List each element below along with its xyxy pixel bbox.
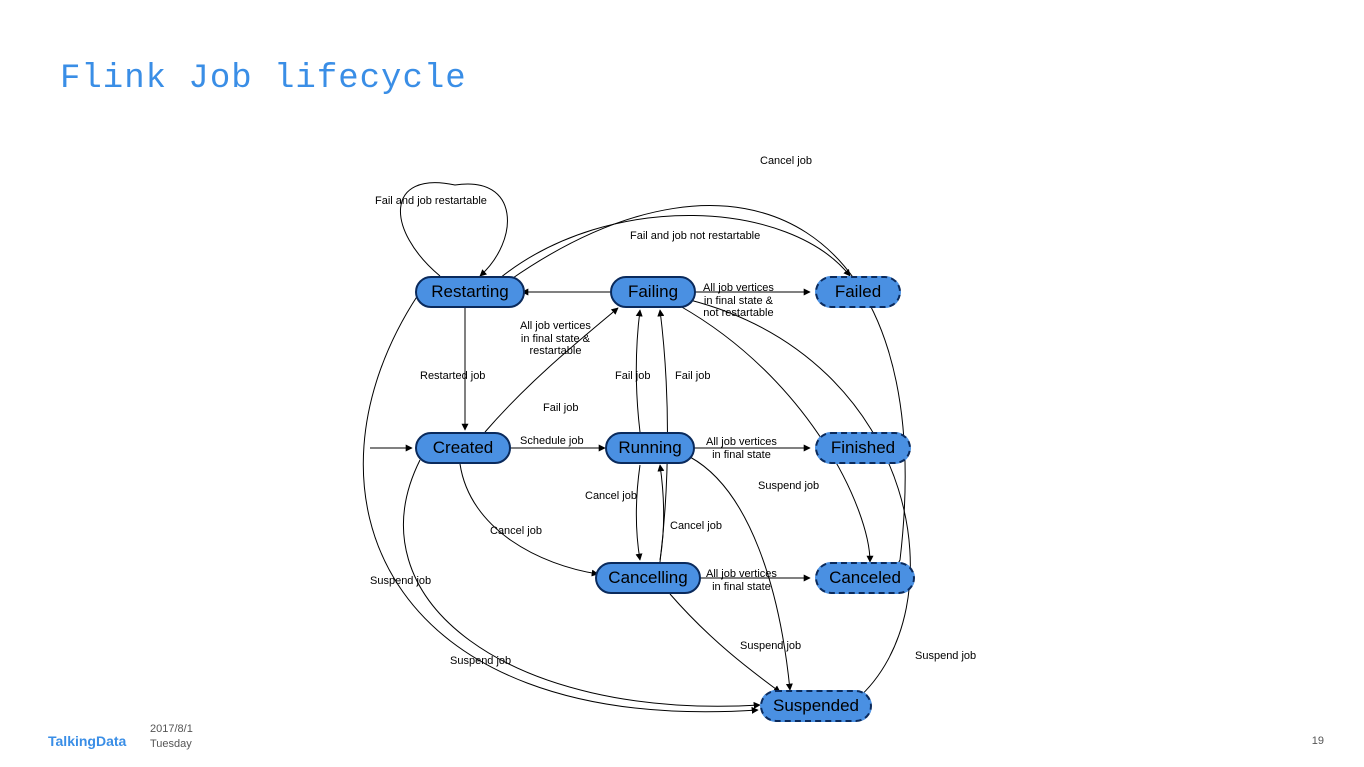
edge-label: All job vertices in final state	[706, 436, 777, 461]
state-running: Running	[605, 432, 695, 464]
state-failing: Failing	[610, 276, 696, 308]
state-created: Created	[415, 432, 511, 464]
brand-logo: TalkingData	[48, 733, 126, 749]
edge-label: Fail job	[615, 370, 650, 383]
edge-label: All job vertices in final state & restar…	[520, 320, 591, 358]
state-diagram: Fail and job restartable Cancel job Fail…	[360, 160, 1000, 740]
edge-label: Restarted job	[420, 370, 485, 383]
edge-label: Schedule job	[520, 435, 584, 448]
state-failed: Failed	[815, 276, 901, 308]
edge-label: All job vertices in final state & not re…	[703, 282, 774, 320]
state-suspended: Suspended	[760, 690, 872, 722]
edge-label: Suspend job	[450, 655, 511, 668]
edge-label: Suspend job	[370, 575, 431, 588]
edge-label: Suspend job	[915, 650, 976, 663]
edge-label: Fail job	[675, 370, 710, 383]
edge-label: Cancel job	[670, 520, 722, 533]
page-title: Flink Job lifecycle	[60, 60, 467, 98]
state-restarting: Restarting	[415, 276, 525, 308]
edge-label: Cancel job	[490, 525, 542, 538]
state-canceled: Canceled	[815, 562, 915, 594]
edge-label: Fail and job not restartable	[630, 230, 760, 243]
edge-label: All job vertices in final state	[706, 568, 777, 593]
edge-label: Suspend job	[758, 480, 819, 493]
edge-label: Fail job	[543, 402, 578, 415]
edge-label: Suspend job	[740, 640, 801, 653]
state-cancelling: Cancelling	[595, 562, 701, 594]
state-finished: Finished	[815, 432, 911, 464]
edge-label: Cancel job	[760, 155, 812, 168]
edge-label: Cancel job	[585, 490, 637, 503]
edge-label: Fail and job restartable	[375, 195, 487, 208]
footer-date: 2017/8/1 Tuesday	[150, 722, 193, 751]
page-number: 19	[1312, 735, 1324, 747]
